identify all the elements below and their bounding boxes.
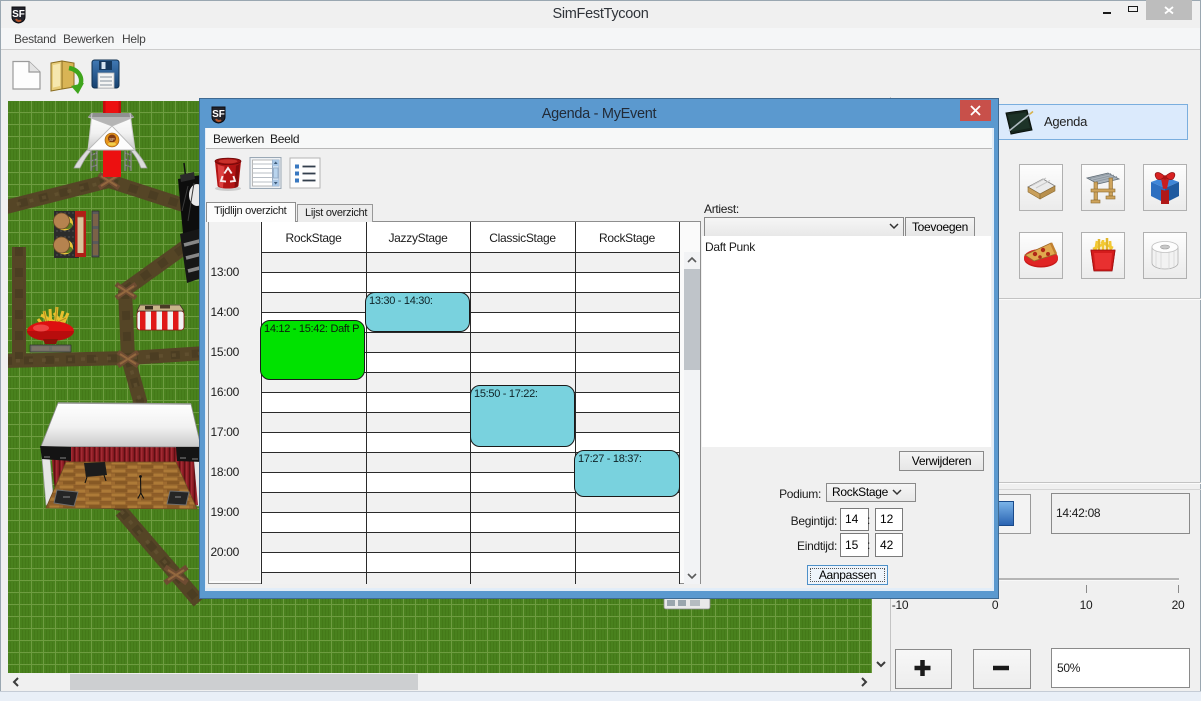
- svg-text:SF: SF: [212, 109, 225, 120]
- svg-text:SF: SF: [109, 137, 115, 142]
- svg-text:SF: SF: [12, 9, 25, 20]
